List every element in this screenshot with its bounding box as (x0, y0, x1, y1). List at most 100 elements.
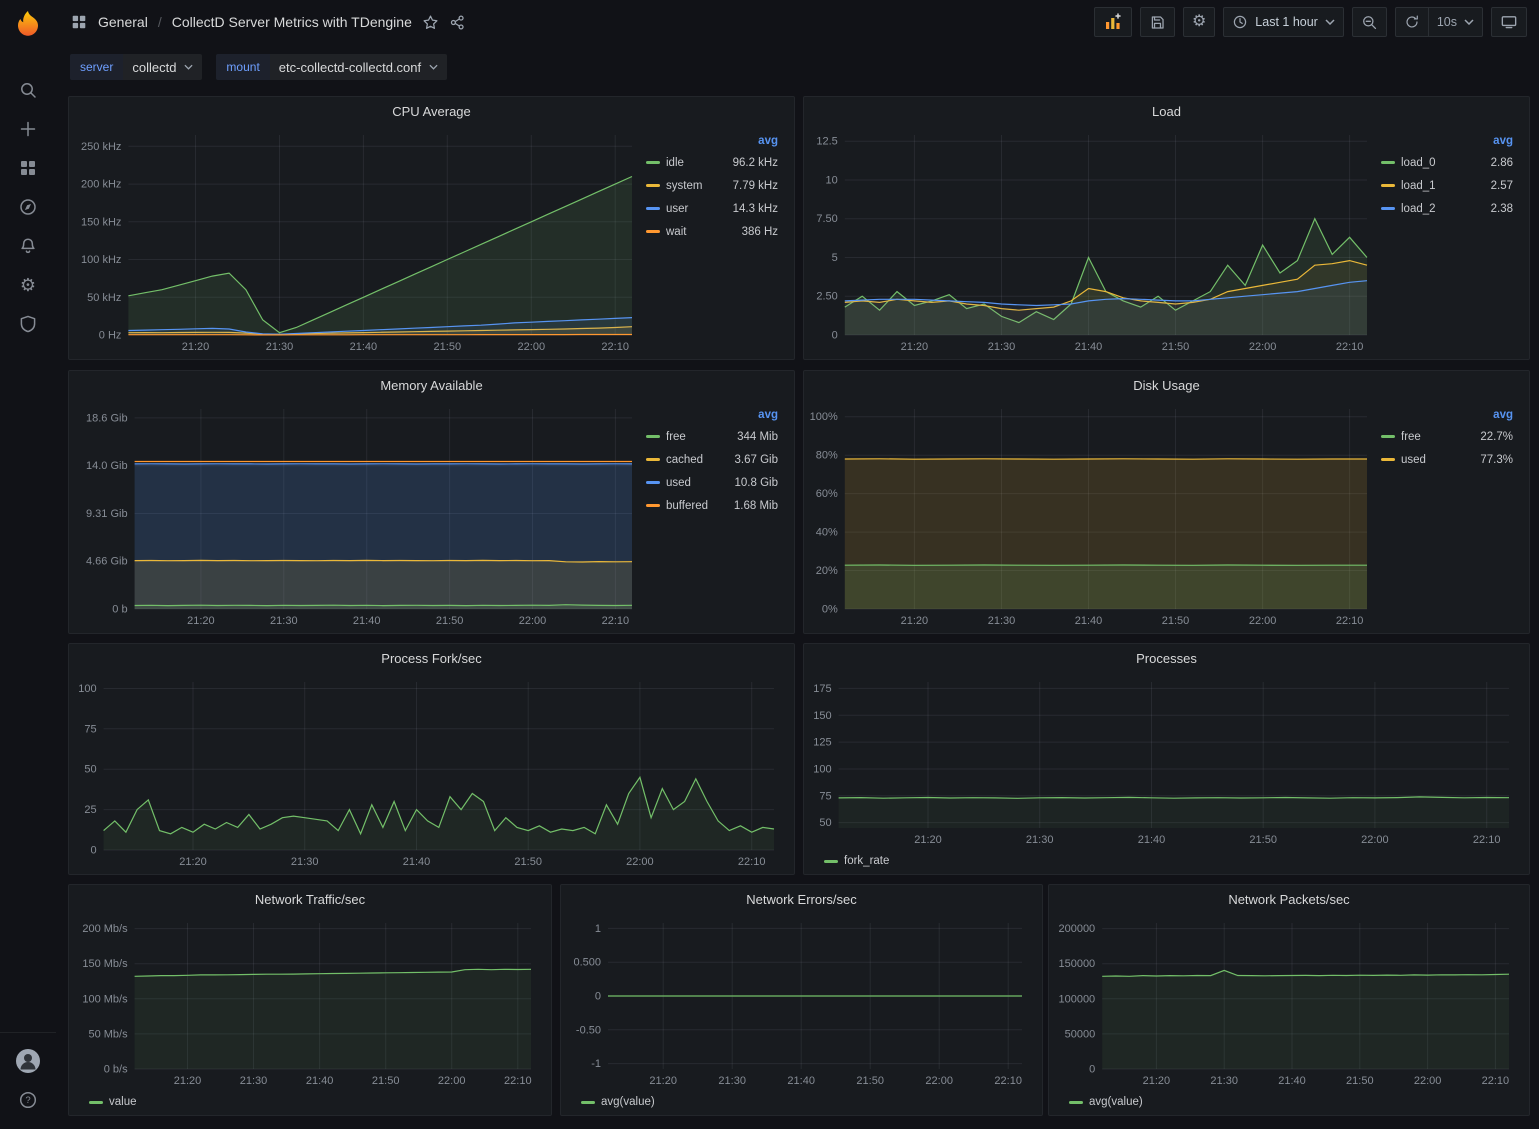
grafana-logo[interactable] (13, 9, 43, 44)
cpu-average-chart[interactable]: 21:2021:3021:4021:5022:0022:100 Hz50 kHz… (73, 125, 646, 357)
processes-chart[interactable]: 21:2021:3021:4021:5022:0022:105075100125… (808, 672, 1523, 850)
panel-title-memory-available[interactable]: Memory Available (69, 371, 794, 399)
svg-text:125: 125 (813, 737, 831, 749)
network-packets-chart[interactable]: 21:2021:3021:4021:5022:0022:100500001000… (1053, 913, 1523, 1091)
sidebar: ⚙ ? (0, 0, 56, 1129)
panel-title-network-traffic[interactable]: Network Traffic/sec (69, 885, 551, 913)
svg-text:21:30: 21:30 (1026, 834, 1054, 846)
search-icon[interactable] (0, 70, 56, 109)
grafana-app: ⚙ ? General / CollectD Server Metrics wi… (0, 0, 1539, 1129)
series-color-swatch (824, 860, 838, 863)
svg-text:100 kHz: 100 kHz (81, 254, 121, 266)
svg-text:9.31 Gib: 9.31 Gib (86, 508, 128, 520)
legend-item-free[interactable]: free344 Mib (646, 425, 778, 448)
svg-text:175: 175 (813, 683, 831, 695)
help-icon[interactable]: ? (0, 1080, 56, 1119)
legend-avg-header[interactable]: avg (646, 131, 778, 151)
disk-usage-chart[interactable]: 21:2021:3021:4021:5022:0022:100%20%40%60… (808, 399, 1381, 631)
create-plus-icon[interactable] (0, 109, 56, 148)
panel-title-disk-usage[interactable]: Disk Usage (804, 371, 1529, 399)
series-color-swatch (581, 1101, 595, 1104)
svg-text:50 kHz: 50 kHz (87, 292, 121, 304)
legend-item-wait[interactable]: wait386 Hz (646, 220, 778, 243)
panel-title-process-fork[interactable]: Process Fork/sec (69, 644, 794, 672)
svg-text:21:20: 21:20 (179, 856, 207, 868)
zoom-out-button[interactable] (1352, 7, 1387, 37)
legend-item-cached[interactable]: cached3.67 Gib (646, 448, 778, 471)
legend-item-used[interactable]: used10.8 Gib (646, 471, 778, 494)
svg-text:22:00: 22:00 (519, 615, 547, 627)
dashboard-settings-button[interactable]: ⚙ (1183, 7, 1215, 37)
network-traffic-chart[interactable]: 21:2021:3021:4021:5022:0022:100 b/s50 Mb… (73, 913, 545, 1091)
refresh-button[interactable] (1395, 7, 1429, 37)
admin-shield-icon[interactable] (0, 304, 56, 343)
legend-item-fork-rate[interactable]: fork_rate (808, 850, 1523, 872)
chevron-down-icon (1464, 19, 1474, 25)
panel-network-errors: Network Errors/sec 21:2021:3021:4021:502… (560, 884, 1043, 1116)
legend-item-free[interactable]: free22.7% (1381, 425, 1513, 448)
share-icon[interactable] (449, 14, 466, 31)
legend-avg-header[interactable]: avg (1381, 405, 1513, 425)
legend-item-idle[interactable]: idle96.2 kHz (646, 151, 778, 174)
svg-text:22:00: 22:00 (1249, 341, 1277, 353)
variable-mount-label: mount (216, 54, 269, 80)
series-color-swatch (1381, 207, 1395, 210)
variable-mount[interactable]: mount etc-collectd-collectd.conf (216, 54, 447, 80)
legend-item-load0[interactable]: load_02.86 (1381, 151, 1513, 174)
zoom-out-icon (1361, 14, 1378, 31)
main-area: General / CollectD Server Metrics with T… (56, 0, 1539, 1129)
user-avatar[interactable] (0, 1041, 56, 1080)
cycle-view-mode-button[interactable] (1491, 7, 1527, 37)
dashboards-icon[interactable] (0, 148, 56, 187)
svg-text:0 b: 0 b (112, 604, 127, 616)
legend-item-used[interactable]: used77.3% (1381, 448, 1513, 471)
variable-server-label: server (70, 54, 123, 80)
variables-bar: server collectd mount etc-collectd-colle… (56, 44, 1539, 80)
panel-title-cpu-average[interactable]: CPU Average (69, 97, 794, 125)
series-color-swatch (646, 184, 660, 187)
legend-item-load1[interactable]: load_12.57 (1381, 174, 1513, 197)
svg-text:21:40: 21:40 (306, 1075, 334, 1087)
variable-mount-value: etc-collectd-collectd.conf (279, 60, 421, 75)
chevron-down-icon (429, 64, 438, 70)
load-chart[interactable]: 21:2021:3021:4021:5022:0022:1002.5057.50… (808, 125, 1381, 357)
legend-avg-header[interactable]: avg (646, 405, 778, 425)
save-dashboard-button[interactable] (1140, 7, 1175, 37)
explore-compass-icon[interactable] (0, 187, 56, 226)
svg-text:21:20: 21:20 (914, 834, 942, 846)
legend-item-value[interactable]: value (73, 1091, 545, 1113)
legend-avg-header[interactable]: avg (1381, 131, 1513, 151)
svg-text:22:10: 22:10 (1336, 341, 1364, 353)
legend-item-avg-value[interactable]: avg(value) (1053, 1091, 1523, 1113)
series-color-swatch (646, 207, 660, 210)
refresh-interval-dropdown[interactable]: 10s (1429, 7, 1483, 37)
legend-item-buffered[interactable]: buffered1.68 Mib (646, 494, 778, 517)
panel-title-network-packets[interactable]: Network Packets/sec (1049, 885, 1529, 913)
add-panel-button[interactable] (1094, 7, 1132, 37)
svg-text:40%: 40% (816, 527, 838, 539)
panel-disk-usage: Disk Usage 21:2021:3021:4021:5022:0022:1… (803, 370, 1530, 634)
star-icon[interactable] (422, 14, 439, 31)
configuration-gear-icon[interactable]: ⚙ (0, 265, 56, 304)
alerting-bell-icon[interactable] (0, 226, 56, 265)
process-fork-chart[interactable]: 21:2021:3021:4021:5022:0022:100255075100 (73, 672, 788, 872)
panel-title-load[interactable]: Load (804, 97, 1529, 125)
network-errors-chart[interactable]: 21:2021:3021:4021:5022:0022:10-1-0.5000.… (565, 913, 1036, 1091)
legend-item-avg-value[interactable]: avg(value) (565, 1091, 1036, 1113)
breadcrumb-folder[interactable]: General (98, 14, 148, 30)
svg-text:21:30: 21:30 (266, 341, 294, 353)
apps-icon[interactable] (70, 13, 88, 31)
panel-title-processes[interactable]: Processes (804, 644, 1529, 672)
svg-text:0: 0 (1089, 1064, 1095, 1076)
time-range-picker[interactable]: Last 1 hour (1223, 7, 1344, 37)
svg-text:21:50: 21:50 (1162, 615, 1190, 627)
panel-title-network-errors[interactable]: Network Errors/sec (561, 885, 1042, 913)
svg-text:21:50: 21:50 (1346, 1075, 1374, 1087)
memory-available-chart[interactable]: 21:2021:3021:4021:5022:0022:100 b4.66 Gi… (73, 399, 646, 631)
svg-text:250 kHz: 250 kHz (81, 141, 121, 153)
legend-item-user[interactable]: user14.3 kHz (646, 197, 778, 220)
legend-item-load2[interactable]: load_22.38 (1381, 197, 1513, 220)
variable-server[interactable]: server collectd (70, 54, 202, 80)
svg-text:21:50: 21:50 (1249, 834, 1277, 846)
legend-item-system[interactable]: system7.79 kHz (646, 174, 778, 197)
